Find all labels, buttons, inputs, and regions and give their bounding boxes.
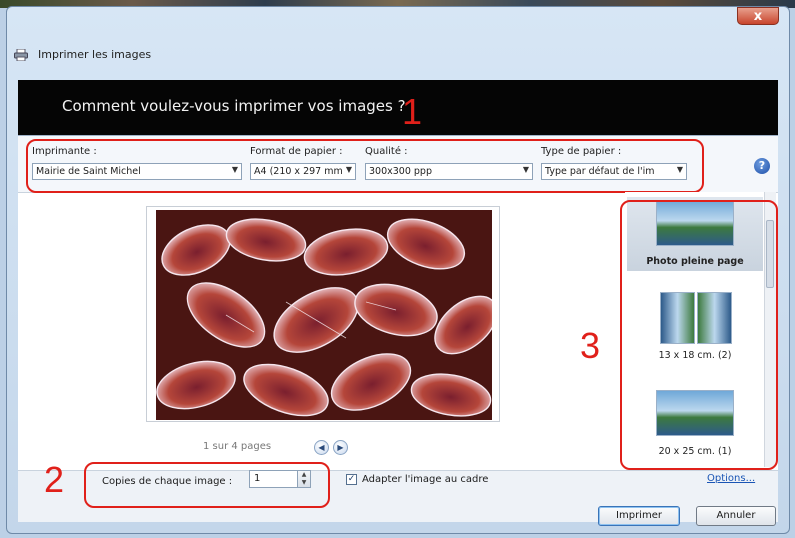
chevron-up-icon[interactable]: ▲ [298, 471, 310, 479]
fit-to-frame-checkbox[interactable]: ✓ [346, 474, 357, 485]
arrow-right-icon: ▶ [337, 443, 344, 452]
instruction-banner: Comment voulez-vous imprimer vos images … [18, 80, 778, 135]
copies-value: 1 [254, 473, 261, 484]
fit-to-frame-label[interactable]: Adapter l'image au cadre [362, 474, 488, 485]
checkmark-icon: ✓ [347, 474, 356, 484]
print-button[interactable]: Imprimer [598, 506, 680, 526]
close-icon: x [753, 9, 763, 24]
annotation-box-1 [26, 139, 704, 193]
title-row: Imprimer les images [14, 48, 151, 61]
annotation-box-3 [620, 200, 778, 470]
copies-stepper[interactable]: ▲ ▼ [297, 470, 311, 488]
chevron-down-icon[interactable]: ▼ [298, 479, 310, 487]
preview-photo [156, 210, 492, 420]
previous-page-button[interactable]: ◀ [314, 440, 329, 455]
frosted-leaves-image [156, 210, 492, 420]
banner-heading: Comment voulez-vous imprimer vos images … [62, 97, 406, 115]
print-button-label: Imprimer [616, 510, 662, 521]
printer-icon [14, 48, 28, 61]
cancel-button[interactable]: Annuler [696, 506, 776, 526]
annotation-number-2: 2 [44, 459, 65, 500]
options-link[interactable]: Options... [707, 473, 755, 484]
close-button[interactable]: x [737, 7, 779, 25]
annotation-number-3: 3 [580, 325, 601, 366]
copies-label: Copies de chaque image : [102, 476, 233, 487]
page-counter: 1 sur 4 pages [203, 441, 272, 452]
annotation-number-1: 1 [402, 91, 423, 132]
help-icon[interactable]: ? [754, 158, 770, 174]
copies-input[interactable]: 1 [249, 470, 299, 488]
window-title: Imprimer les images [38, 48, 152, 61]
arrow-left-icon: ◀ [318, 443, 325, 452]
cancel-button-label: Annuler [716, 510, 756, 521]
next-page-button[interactable]: ▶ [333, 440, 348, 455]
